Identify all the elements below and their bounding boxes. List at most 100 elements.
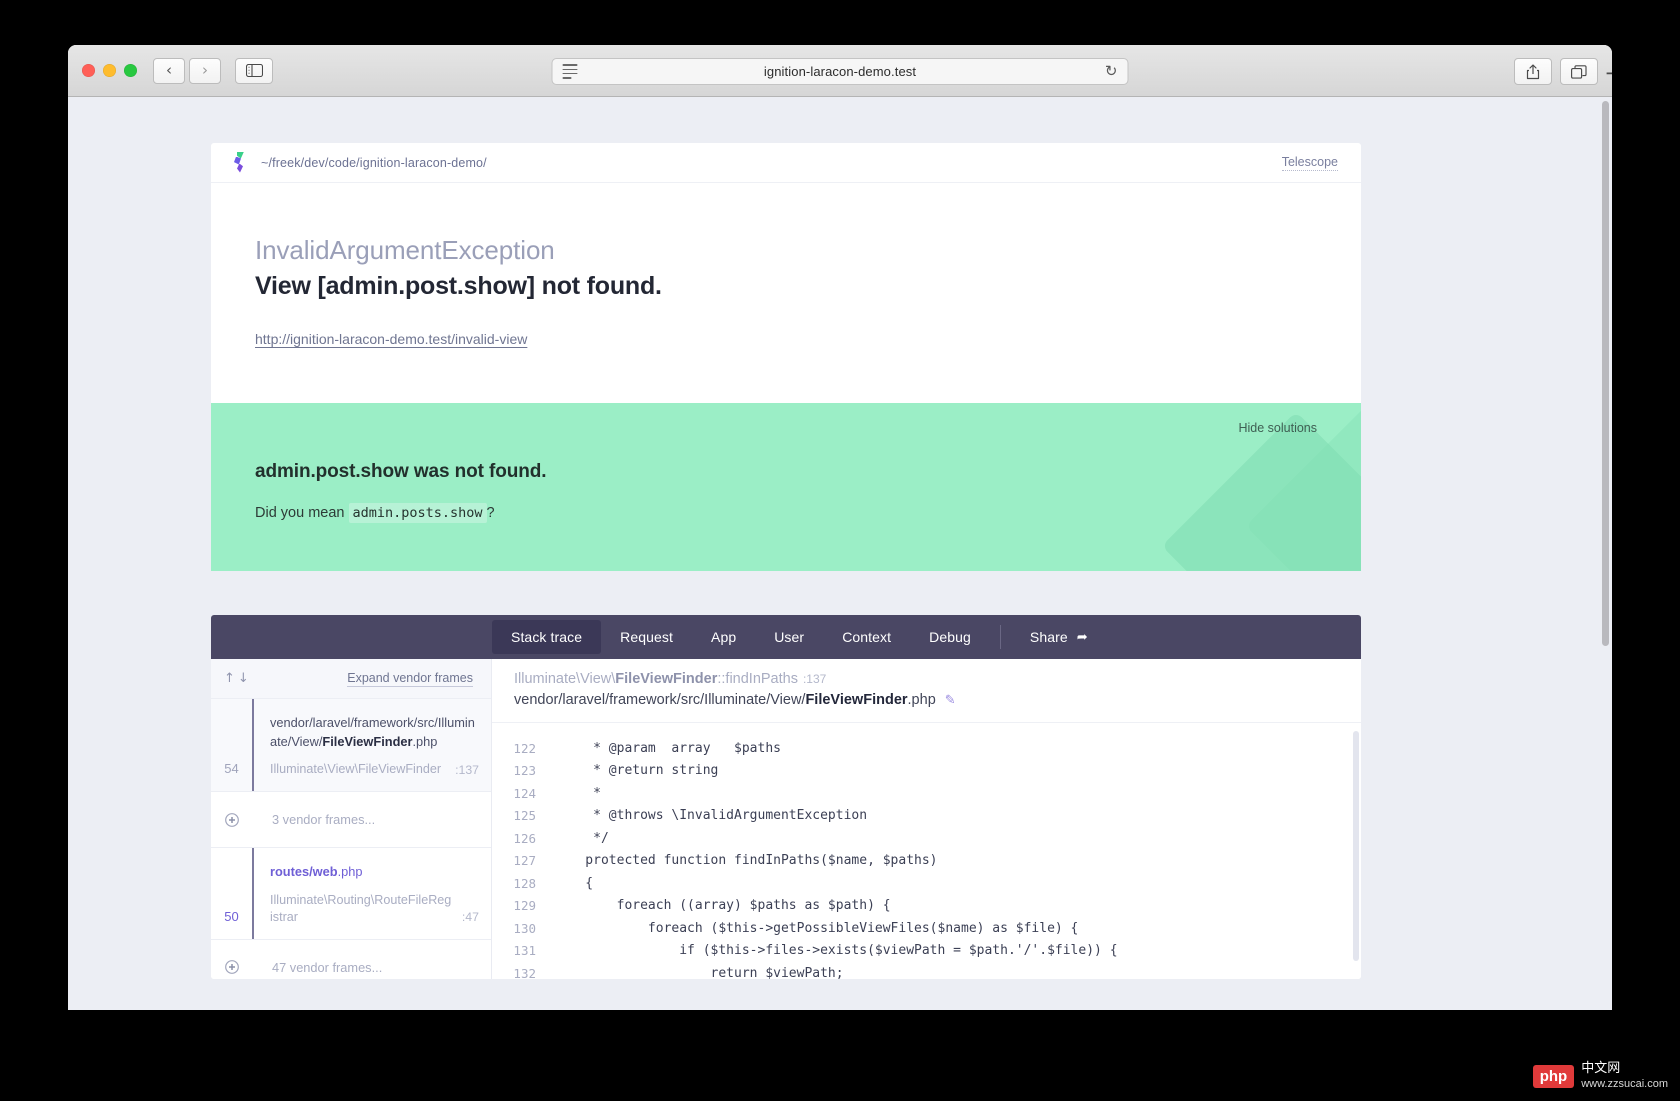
frame-file-ext: .php xyxy=(337,864,363,880)
code-row: 132 return $viewPath; xyxy=(492,962,1361,979)
tab-stack-trace[interactable]: Stack trace xyxy=(492,620,602,654)
code-line-number: 130 xyxy=(513,920,536,936)
watermark: php 中文网 www.zzsucai.com xyxy=(1532,1060,1668,1091)
expand-plus-icon[interactable] xyxy=(211,812,252,827)
code-row: 123 * @return string xyxy=(492,760,1361,783)
code-line-number: 125 xyxy=(513,808,536,824)
frame-file-ext: .php xyxy=(412,733,438,749)
exception-url-link[interactable]: http://ignition-laracon-demo.test/invali… xyxy=(255,331,527,347)
code-line-text: foreach ($this->getPossibleViewFiles($na… xyxy=(554,920,1079,936)
code-method-line: :137 xyxy=(802,672,827,686)
frame-content: vendor/laravel/framework/src/Illuminate/… xyxy=(254,699,491,791)
watermark-line1: 中文网 xyxy=(1581,1060,1621,1076)
solution-suggestion[interactable]: admin.posts.show xyxy=(348,503,487,523)
code-line-number: 124 xyxy=(513,785,536,801)
tab-debug[interactable]: Debug xyxy=(910,615,990,659)
code-path-ext: .php xyxy=(907,692,936,708)
frames-toolbar: ↑↓ Expand vendor frames xyxy=(211,659,491,699)
code-row: 129 foreach ((array) $paths as $path) { xyxy=(492,895,1361,918)
code-line-text: * @param array $paths xyxy=(554,740,781,756)
solution-body-suffix: ? xyxy=(486,505,495,521)
vendor-frames-label: 47 vendor frames... xyxy=(272,959,383,975)
code-row: 125 * @throws \InvalidArgumentException xyxy=(492,805,1361,828)
code-method-signature: Illuminate\View\FileViewFinder::findInPa… xyxy=(514,671,1339,687)
frame-number: 50 xyxy=(224,908,239,924)
window-controls xyxy=(82,64,137,77)
edit-pencil-icon[interactable]: ✎ xyxy=(945,693,956,708)
tab-app[interactable]: App xyxy=(692,615,755,659)
solution-title: admin.post.show was not found. xyxy=(255,461,547,482)
code-row: 127 protected function findInPaths($name… xyxy=(492,850,1361,873)
frame-number: 54 xyxy=(224,761,239,777)
code-panel-header: Illuminate\View\FileViewFinder::findInPa… xyxy=(492,659,1361,723)
frame-line: :137 xyxy=(455,762,479,777)
watermark-line2: www.zzsucai.com xyxy=(1581,1078,1668,1091)
code-path-name: FileViewFinder xyxy=(805,692,908,708)
stack-frames-list: ↑↓ Expand vendor frames 54 vendor/larave… xyxy=(211,659,492,979)
solution-panel: Hide solutions admin.post.show was not f… xyxy=(211,403,1361,571)
frame-file-path: routes/web.php xyxy=(270,863,479,882)
new-tab-button[interactable]: + xyxy=(1604,63,1612,84)
back-button[interactable]: ‹ xyxy=(153,57,185,84)
table-row[interactable]: 50 routes/web.php Illuminate\Routing\Rou… xyxy=(211,848,491,940)
code-row: 130 foreach ($this->getPossibleViewFiles… xyxy=(492,917,1361,940)
code-line-text: * @return string xyxy=(554,763,719,779)
exception-hero: InvalidArgumentException View [admin.pos… xyxy=(211,183,1361,403)
frame-nav-arrows[interactable]: ↑↓ xyxy=(224,671,252,686)
share-tab-button[interactable]: Share ➦ xyxy=(1011,615,1107,659)
frame-class: Illuminate\Routing\RouteFileRegistrar xyxy=(270,892,452,924)
maximize-window-button[interactable] xyxy=(124,64,137,77)
code-method-prefix: Illuminate\View\ xyxy=(514,671,616,687)
share-button[interactable] xyxy=(1514,58,1552,85)
ignition-logo-icon xyxy=(234,151,249,174)
navigation-buttons: ‹ › xyxy=(153,57,221,84)
project-path-bar: ~/freek/dev/code/ignition-laracon-demo/ … xyxy=(211,143,1361,183)
hide-solutions-link[interactable]: Hide solutions xyxy=(255,421,1317,435)
tab-overview-button[interactable] xyxy=(1560,58,1598,85)
reader-view-icon[interactable] xyxy=(562,64,578,79)
solution-body-prefix: Did you mean xyxy=(255,505,345,521)
frame-file-prefix: routes/ xyxy=(270,864,313,880)
expand-vendor-frames-link[interactable]: Expand vendor frames xyxy=(347,671,473,687)
code-viewer[interactable]: 122 * @param array $paths 123 * @return … xyxy=(492,723,1361,979)
code-row: 124 * xyxy=(492,782,1361,805)
code-method-class: FileViewFinder xyxy=(615,671,718,687)
code-row: 128 { xyxy=(492,872,1361,895)
table-row[interactable]: 54 vendor/laravel/framework/src/Illumina… xyxy=(211,699,491,793)
tab-overview-icon xyxy=(1571,64,1587,79)
code-line-number: 126 xyxy=(513,830,536,846)
browser-window: ‹ › ignition-laracon-demo.test ↻ ~/freek… xyxy=(68,45,1612,1010)
address-bar[interactable]: ignition-laracon-demo.test ↻ xyxy=(551,58,1129,85)
browser-right-tools xyxy=(1514,58,1598,85)
frame-file-path: vendor/laravel/framework/src/Illuminate/… xyxy=(270,714,479,751)
sidebar-toggle-button[interactable] xyxy=(235,57,273,84)
frame-line: :47 xyxy=(461,910,479,925)
expand-plus-icon[interactable] xyxy=(211,960,252,975)
tab-context[interactable]: Context xyxy=(823,615,910,659)
sidebar-toggle-icon xyxy=(245,64,263,77)
url-text: ignition-laracon-demo.test xyxy=(763,64,917,79)
forward-button[interactable]: › xyxy=(189,57,221,84)
close-window-button[interactable] xyxy=(82,64,95,77)
list-item[interactable]: 3 vendor frames... xyxy=(211,792,491,849)
code-scrollbar-thumb[interactable] xyxy=(1353,731,1359,961)
tab-request[interactable]: Request xyxy=(601,615,692,659)
share-arrow-icon: ➦ xyxy=(1076,629,1088,645)
code-line-text: protected function findInPaths($name, $p… xyxy=(554,853,938,869)
code-row: 122 * @param array $paths xyxy=(492,737,1361,760)
telescope-link[interactable]: Telescope xyxy=(1281,155,1338,171)
tab-divider xyxy=(999,625,1001,649)
list-item[interactable]: 47 vendor frames... xyxy=(211,940,491,979)
browser-titlebar: ‹ › ignition-laracon-demo.test ↻ xyxy=(68,45,1612,97)
code-line-text: if ($this->files->exists($viewPath = $pa… xyxy=(554,943,1118,959)
reload-icon[interactable]: ↻ xyxy=(1105,64,1118,79)
frame-meta: Illuminate\View\FileViewFinder :137 xyxy=(270,761,479,778)
frame-file-name: web xyxy=(312,864,338,880)
minimize-window-button[interactable] xyxy=(103,64,116,77)
tab-user[interactable]: User xyxy=(755,615,823,659)
project-path: ~/freek/dev/code/ignition-laracon-demo/ xyxy=(261,155,487,170)
page-scrollbar-thumb[interactable] xyxy=(1602,101,1609,646)
frame-class: Illuminate\View\FileViewFinder xyxy=(270,762,442,777)
page-scrollbar[interactable] xyxy=(1602,99,1610,1008)
code-line-number: 129 xyxy=(513,898,536,914)
